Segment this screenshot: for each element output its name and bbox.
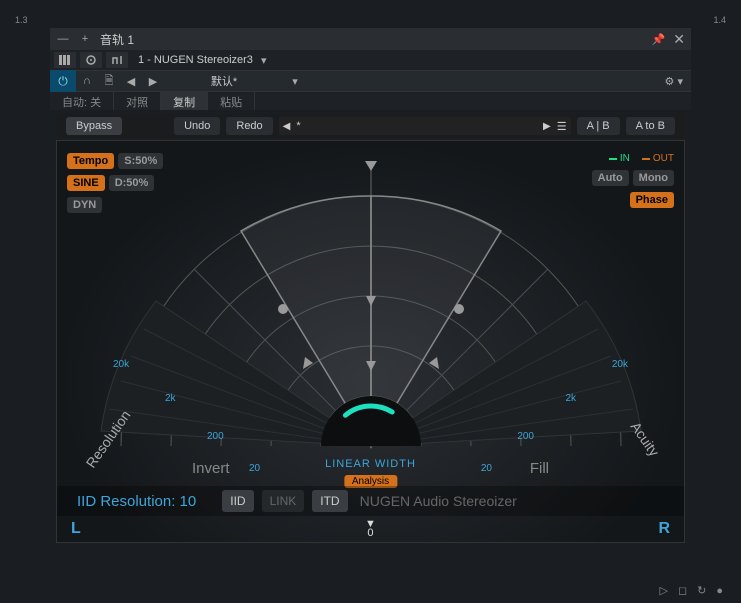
balance-bar[interactable]: L ▼0 R bbox=[57, 516, 684, 542]
play-icon[interactable]: ▷ bbox=[660, 584, 668, 597]
brand-label: NUGEN Audio Stereoizer bbox=[360, 493, 517, 509]
freq-20k-left: 20k bbox=[113, 359, 129, 370]
invert-label[interactable]: Invert bbox=[192, 460, 230, 477]
headphones-icon[interactable]: ∩ bbox=[76, 75, 98, 87]
chevron-down-icon[interactable]: ▾ bbox=[261, 54, 267, 67]
plus-icon[interactable]: + bbox=[78, 32, 92, 46]
freq-2k-right: 2k bbox=[565, 393, 576, 404]
plugin-action-bar: Bypass Undo Redo ◀ * ▶ ☰ A | B A to B bbox=[56, 114, 685, 138]
freq-20k-right: 20k bbox=[612, 359, 628, 370]
dash-icon[interactable]: — bbox=[56, 32, 70, 46]
chevron-down-icon[interactable]: ▾ bbox=[284, 75, 306, 88]
itd-button[interactable]: ITD bbox=[312, 490, 347, 512]
tab-contrast[interactable]: 对照 bbox=[114, 92, 161, 110]
freq-200-right: 200 bbox=[517, 431, 534, 442]
a-to-b-button[interactable]: A to B bbox=[626, 117, 675, 135]
power-button[interactable]: ⏻ bbox=[50, 70, 76, 92]
tab-copy[interactable]: 复制 bbox=[161, 92, 208, 110]
link-button[interactable]: LINK bbox=[262, 490, 305, 512]
freq-200-left: 200 bbox=[207, 431, 224, 442]
bars-icon[interactable] bbox=[54, 52, 76, 68]
freq-20-right: 20 bbox=[481, 463, 492, 474]
target-icon[interactable] bbox=[80, 52, 102, 68]
ruler-tick-right: 1.4 bbox=[713, 15, 726, 25]
preset-name[interactable]: 默认* bbox=[164, 73, 284, 89]
ab-compare-button[interactable]: A | B bbox=[577, 117, 620, 135]
tab-paste[interactable]: 粘贴 bbox=[208, 92, 255, 110]
iid-button[interactable]: IID bbox=[222, 490, 253, 512]
bypass-button[interactable]: Bypass bbox=[66, 117, 122, 135]
plugin-toolbar: 1 - NUGEN Stereoizer3 ▾ bbox=[50, 50, 691, 70]
prev-icon[interactable]: ◀ bbox=[120, 75, 142, 88]
stop-icon[interactable]: ◻ bbox=[678, 584, 687, 597]
timeline-ruler: 1.3 1.4 bbox=[15, 15, 726, 27]
plugin-name[interactable]: 1 - NUGEN Stereoizer3 bbox=[138, 54, 253, 66]
track-header: — + 音轨 1 📌 ✕ bbox=[50, 28, 691, 50]
freq-2k-left: 2k bbox=[165, 393, 176, 404]
record-icon[interactable]: ● bbox=[716, 585, 723, 597]
prev-preset-icon[interactable]: ◀ bbox=[283, 121, 291, 132]
plugin-body: Tempo S:50% SINE D:50% DYN IN OUT Auto M… bbox=[56, 140, 685, 543]
preset-indicator: * bbox=[296, 120, 300, 132]
preset-browser[interactable]: ◀ * ▶ ☰ bbox=[279, 117, 571, 135]
undo-button[interactable]: Undo bbox=[174, 117, 220, 135]
balance-marker[interactable]: ▼0 bbox=[365, 520, 376, 538]
tab-auto[interactable]: 自动: 关 bbox=[50, 92, 114, 110]
play-icon[interactable]: ▶ bbox=[543, 121, 551, 132]
close-icon[interactable]: ✕ bbox=[673, 31, 685, 48]
info-bar: IID Resolution: 10 IID LINK ITD NUGEN Au… bbox=[57, 486, 684, 516]
transport-controls: ▷ ◻ ↻ ● bbox=[660, 584, 723, 597]
stereo-arc-display[interactable] bbox=[91, 151, 651, 451]
fill-label[interactable]: Fill bbox=[530, 460, 549, 477]
gear-icon[interactable]: ⚙ ▾ bbox=[661, 75, 691, 88]
redo-button[interactable]: Redo bbox=[226, 117, 272, 135]
route-icon[interactable] bbox=[106, 52, 128, 68]
pin-icon[interactable]: 📌 bbox=[652, 33, 666, 46]
left-label: L bbox=[71, 520, 81, 538]
right-label: R bbox=[658, 520, 670, 538]
linear-width-label: LINEAR WIDTH bbox=[325, 458, 416, 470]
track-title: 音轨 1 bbox=[100, 31, 644, 48]
next-icon[interactable]: ▶ bbox=[142, 75, 164, 88]
param-readout: IID Resolution: 10 bbox=[77, 493, 196, 510]
file-icon[interactable]: 🗎 bbox=[98, 72, 120, 91]
preset-toolbar: ⏻ ∩ 🗎 ◀ ▶ 默认* ▾ ⚙ ▾ bbox=[50, 70, 691, 92]
list-icon[interactable]: ☰ bbox=[557, 120, 567, 133]
ruler-tick-left: 1.3 bbox=[15, 15, 28, 25]
freq-20-left: 20 bbox=[249, 463, 260, 474]
tab-bar: 自动: 关 对照 复制 粘贴 bbox=[50, 92, 691, 110]
loop-icon[interactable]: ↻ bbox=[697, 584, 706, 597]
